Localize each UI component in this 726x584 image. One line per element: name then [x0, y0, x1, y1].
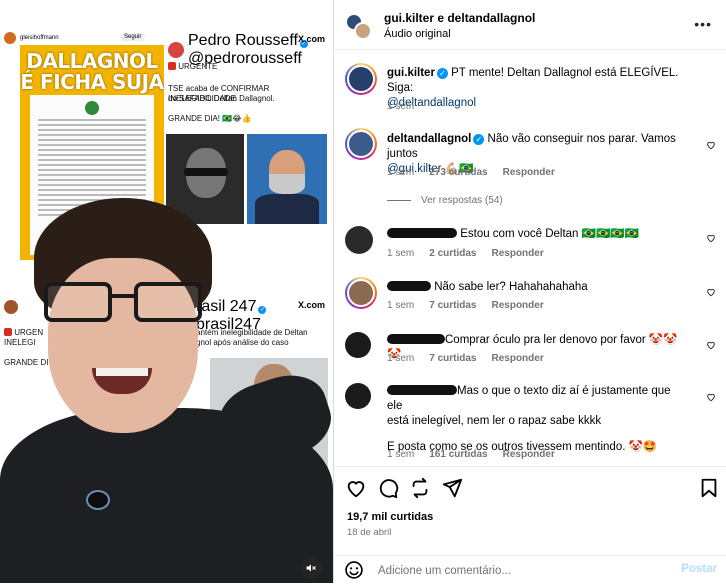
verified-icon: ✓ [473, 134, 485, 145]
like-comment-heart-icon[interactable] [706, 340, 716, 350]
redacted-username [387, 334, 445, 344]
comment-likes[interactable]: 7 curtidas [429, 353, 476, 364]
collab-avatars[interactable] [345, 13, 372, 40]
post-actions: 19,7 mil curtidas 18 de abril Postar [334, 466, 726, 583]
left-tweet-header: gleisihoffmann [4, 32, 59, 44]
verified-icon: ✓ [436, 68, 448, 79]
like-comment-heart-icon[interactable] [706, 140, 716, 150]
like-comment-heart-icon[interactable] [706, 287, 716, 297]
tweet1-source: X.com [298, 34, 326, 44]
like-comment-heart-icon[interactable] [706, 233, 716, 243]
more-options-icon[interactable]: ••• [694, 16, 712, 32]
comment-time[interactable]: 1 sem [387, 449, 414, 460]
commenter-avatar[interactable] [345, 332, 371, 358]
comment-likes[interactable]: 2 curtidas [429, 248, 476, 259]
comment-time[interactable]: 1 sem [387, 353, 414, 364]
comment-time[interactable]: 1 sem [387, 300, 414, 311]
left-follow-button: Seguir [120, 33, 146, 41]
post-date[interactable]: 18 de abril [347, 527, 391, 538]
comment-input[interactable] [378, 562, 658, 580]
comment-text-line2: está inelegível, nem ler o rapaz sabe kk… [387, 415, 602, 427]
audio-link[interactable]: Áudio original [384, 28, 451, 40]
comment-bubble-icon[interactable] [377, 477, 399, 499]
comment-likes[interactable]: 273 curtidas [429, 167, 487, 178]
comment-meta: 1 sem 7 curtidas Responder [387, 353, 544, 364]
commenter-avatar[interactable] [345, 277, 377, 309]
avatar [168, 42, 184, 58]
reply-button[interactable]: Responder [491, 248, 543, 259]
deltan-avatar[interactable] [345, 128, 377, 160]
redacted-username [387, 281, 431, 291]
commenter-avatar[interactable] [345, 226, 373, 254]
post-header: gui.kilter e deltandallagnol Áudio origi… [334, 0, 726, 50]
reel-media[interactable]: gleisihoffmann Seguir DALLAGNOL É FICHA … [0, 0, 333, 583]
caption-time[interactable]: 1 sem [387, 101, 414, 112]
coat-of-arms-icon [85, 101, 99, 115]
caption-username[interactable]: gui.kilter [387, 67, 435, 79]
creator-overlay [0, 180, 333, 583]
comment-meta: 1 sem 7 curtidas Responder [387, 300, 544, 311]
tweet1-line2: do SAFADO Deltan Dallagnol. [168, 94, 275, 103]
view-replies-button[interactable]: Ver respostas (54) [387, 195, 503, 206]
post-authors[interactable]: gui.kilter e deltandallagnol [384, 11, 535, 25]
share-send-icon[interactable] [441, 477, 463, 499]
comment-likes[interactable]: 161 curtidas [429, 449, 487, 460]
muted-speaker-icon [306, 564, 316, 572]
tweet1-line3: GRANDE DIA! 🇧🇷😂👍 [168, 114, 252, 123]
gui-kilter-avatar[interactable] [345, 63, 377, 95]
like-comment-heart-icon[interactable] [706, 392, 716, 402]
add-comment-row: Postar [334, 555, 726, 584]
post-comment-button[interactable]: Postar [681, 563, 717, 575]
lapel-mic-icon [86, 490, 110, 510]
poster-title: DALLAGNOL É FICHA SUJA [20, 49, 164, 94]
save-bookmark-icon[interactable] [698, 477, 720, 499]
reply-button[interactable]: Responder [491, 353, 543, 364]
post-sidebar: gui.kilter e deltandallagnol Áudio origi… [334, 0, 726, 583]
avatar [4, 32, 16, 44]
shirt [0, 408, 333, 583]
tweet1-user: Pedro Rousseff ✓ [188, 32, 308, 49]
left-tweet-handle: gleisihoffmann [20, 35, 59, 41]
commenter-avatar[interactable] [345, 383, 371, 409]
redacted-username [387, 228, 457, 238]
comment-meta: 1 sem 2 curtidas Responder [387, 248, 544, 259]
glasses-icon [44, 282, 204, 324]
reply-button[interactable]: Responder [503, 167, 555, 178]
comment-time[interactable]: 1 sem [387, 167, 414, 178]
repost-icon[interactable] [409, 477, 431, 499]
comment-likes[interactable]: 7 curtidas [429, 300, 476, 311]
tweet1-flag: URGENTE [168, 62, 217, 72]
comment-meta: 1 sem 273 curtidas Responder [387, 167, 555, 178]
mute-toggle-button[interactable] [300, 557, 322, 579]
comment-meta: 1 sem 161 curtidas Responder [387, 449, 555, 460]
comment-username[interactable]: deltandallagnol [387, 133, 471, 145]
instagram-post-view: gleisihoffmann Seguir DALLAGNOL É FICHA … [0, 0, 726, 583]
reply-button[interactable]: Responder [503, 449, 555, 460]
redacted-username [387, 385, 457, 395]
comment-text: Estou com você Deltan 🇧🇷🇧🇷🇧🇷🇧🇷 [460, 228, 639, 240]
reel-frame: gleisihoffmann Seguir DALLAGNOL É FICHA … [0, 0, 333, 583]
rotating-light-icon [168, 62, 176, 70]
comment-text: Não sabe ler? Hahahahahaha [434, 281, 588, 293]
emoji-icon[interactable] [344, 560, 364, 580]
post-likes-count[interactable]: 19,7 mil curtidas [347, 511, 433, 523]
reply-button[interactable]: Responder [491, 300, 543, 311]
caption-meta: 1 sem [387, 101, 414, 112]
comment-time[interactable]: 1 sem [387, 248, 414, 259]
like-heart-icon[interactable] [345, 477, 367, 499]
